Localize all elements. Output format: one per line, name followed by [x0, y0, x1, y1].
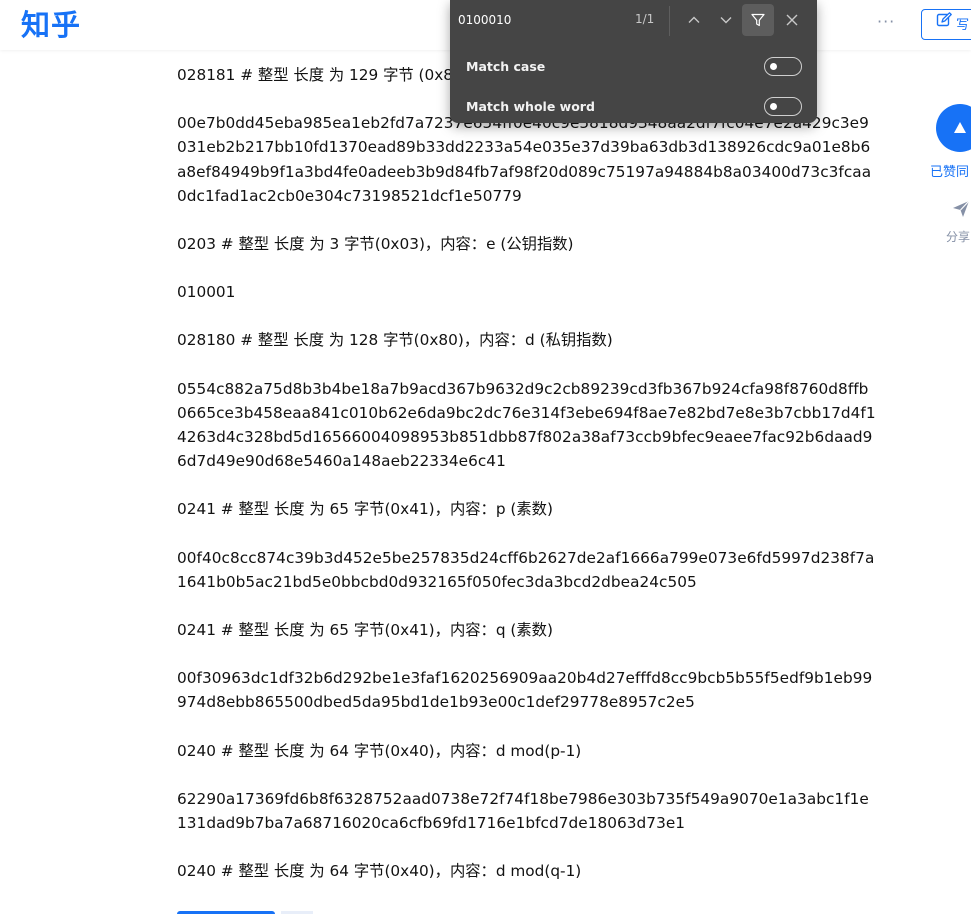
share-icon[interactable] [951, 199, 971, 223]
article-paragraph: 0241 # 整型 长度 为 65 字节(0x41)，内容：p (素数) [177, 500, 553, 519]
edit-icon [936, 10, 952, 39]
match-whole-word-label: Match whole word [466, 99, 595, 114]
more-options-button[interactable]: ··· [877, 14, 895, 30]
toggle-knob [770, 103, 777, 110]
write-button[interactable]: 写 [921, 9, 971, 40]
article-content: 028181 # 整型 长度 为 129 字节 (0x81)，内容：n (模数)… [177, 63, 877, 907]
close-icon [786, 14, 798, 26]
upvote-button[interactable] [936, 104, 971, 152]
find-options-button[interactable] [742, 4, 774, 36]
article-paragraph: 0554c882a75d8b3b4be18a7b9acd367b9632d9c2… [177, 379, 876, 471]
article-paragraph: 62290a17369fd6b8f6328752aad0738e72f74f18… [177, 789, 869, 833]
share-label: 分享 [946, 230, 971, 244]
match-case-label: Match case [466, 59, 546, 74]
article-paragraph: 010001 [177, 283, 236, 302]
article-paragraph: 0203 # 整型 长度 为 3 字节(0x03)，内容：e (公钥指数) [177, 235, 574, 254]
find-close-button[interactable] [776, 4, 808, 36]
article-paragraph: 00f40c8cc874c39b3d452e5be257835d24cff6b2… [177, 548, 875, 591]
chevron-up-icon [688, 16, 700, 23]
find-divider [669, 6, 670, 36]
article-paragraph: 0240 # 整型 长度 为 64 字节(0x40)，内容：d mod(q-1) [177, 862, 582, 881]
upvote-label: 已赞同 [930, 165, 970, 180]
find-in-page-bar: 1/1 Match case Match whole word [450, 0, 817, 123]
zhihu-logo[interactable]: 知乎 [21, 6, 81, 44]
article-paragraph: 00e7b0dd45eba985ea1eb2fd7a7237e654ff0e40… [177, 114, 872, 205]
find-next-button[interactable] [710, 4, 742, 36]
match-whole-word-toggle[interactable] [764, 97, 802, 116]
find-match-count: 1/1 [635, 12, 655, 26]
match-whole-word-row: Match whole word [466, 95, 806, 119]
write-button-label: 写 [956, 18, 970, 33]
article-paragraph: 00f30963dc1df32b6d292be1e3faf1620256909a… [177, 669, 873, 712]
match-case-toggle[interactable] [764, 57, 802, 76]
triangle-up-icon [954, 122, 966, 133]
find-previous-button[interactable] [678, 4, 710, 36]
article-paragraph: 028180 # 整型 长度 为 128 字节(0x80)，内容：d (私钥指数… [177, 331, 613, 350]
chevron-down-icon [720, 17, 732, 24]
toggle-knob [770, 63, 777, 70]
filter-icon [751, 13, 765, 27]
article-paragraph: 0241 # 整型 长度 为 65 字节(0x41)，内容：q (素数) [177, 621, 553, 640]
article-paragraph: 0240 # 整型 长度 为 64 字节(0x40)，内容：d mod(p-1) [177, 741, 582, 760]
match-case-row: Match case [466, 55, 806, 79]
